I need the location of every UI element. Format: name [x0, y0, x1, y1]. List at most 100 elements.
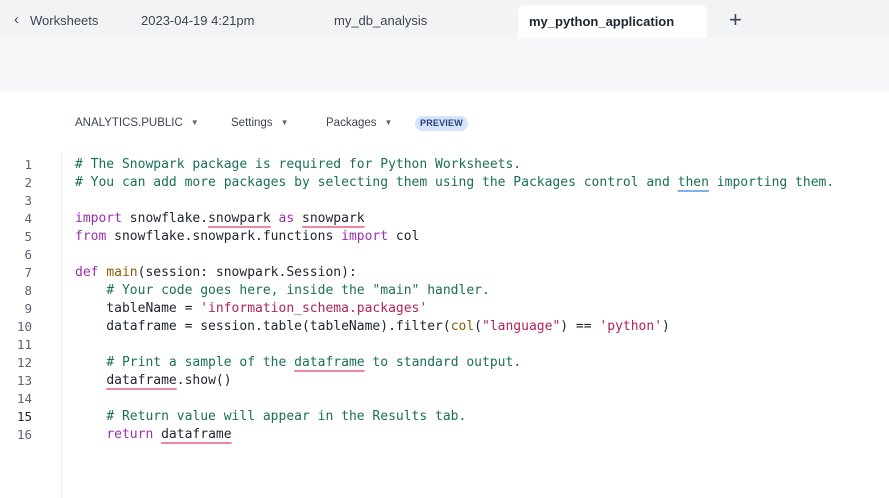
code-token: # Print a sample of the [106, 355, 295, 370]
code-token-squiggle: snowpark [208, 211, 271, 226]
code-line[interactable]: 12 # Print a sample of the dataframe to … [0, 354, 889, 372]
code-token: 'python' [599, 319, 663, 334]
code-token: import [341, 229, 389, 244]
settings-label: Settings [231, 117, 273, 129]
code-line[interactable]: 2 # You can add more packages by selectin… [0, 174, 889, 192]
code-token: main [106, 265, 138, 280]
code-text: # You can add more packages by selecting… [75, 174, 834, 192]
code-token: # You can add more packages by selecting… [75, 175, 678, 190]
code-token-squiggle: then [677, 175, 709, 190]
code-token: # Your code goes here, inside the "main"… [106, 283, 490, 298]
code-line[interactable]: 13 dataframe.show() [0, 372, 889, 390]
worksheets-label: Worksheets [30, 13, 99, 28]
code-line[interactable]: 15 # Return value will appear in the Res… [0, 408, 889, 426]
tab-my-python-application[interactable]: my_python_application [518, 5, 707, 38]
preview-badge: PREVIEW [415, 116, 468, 131]
code-token: from [75, 229, 107, 244]
line-number: 6 [24, 247, 32, 262]
code-text: tableName = 'information_schema.packages… [75, 300, 427, 318]
code-line[interactable]: 6 [0, 246, 889, 264]
code-text: # Your code goes here, inside the "main"… [75, 282, 490, 300]
code-token-squiggle: dataframe [294, 355, 365, 370]
code-token-squiggle: dataframe [106, 373, 177, 388]
code-line[interactable]: 1 # The Snowpark package is required for … [0, 156, 889, 174]
line-number: 10 [16, 319, 32, 334]
code-token: import [75, 211, 122, 226]
code-line[interactable]: 9 tableName = 'information_schema.packag… [0, 300, 889, 318]
code-token: # The Snowpark package is required for P… [75, 157, 522, 172]
line-number: 7 [24, 265, 32, 280]
code-text: # Print a sample of the dataframe to sta… [75, 354, 521, 372]
code-token: ) == [560, 319, 600, 334]
code-token: "language" [482, 319, 561, 334]
code-token: (session: snowpark.Session): [137, 265, 357, 280]
code-line[interactable]: 4 import snowflake.snowpark as snowpark [0, 210, 889, 228]
code-token: return [106, 427, 154, 442]
code-token: as [278, 211, 295, 226]
code-token: dataframe = session.table(tableName).fil… [75, 319, 451, 334]
code-line[interactable]: 16 return dataframe [0, 426, 889, 444]
caret-down-icon: ▼ [384, 118, 393, 127]
line-number: 11 [16, 337, 32, 352]
tab-worksheet-date[interactable]: 2023-04-19 4:21pm [141, 0, 254, 38]
line-number: 2 [24, 175, 32, 190]
packages-dropdown[interactable]: Packages ▼ [326, 114, 392, 132]
code-token: ( [474, 319, 482, 334]
line-number: 1 [24, 157, 32, 172]
code-line[interactable]: 14 [0, 390, 889, 408]
code-token: snowflake.snowpark.functions [106, 229, 342, 244]
code-line[interactable]: 7 def main(session: snowpark.Session): [0, 264, 889, 282]
code-token-squiggle: snowpark [302, 211, 365, 226]
code-line[interactable]: 8 # Your code goes here, inside the "mai… [0, 282, 889, 300]
tab-my-db-analysis[interactable]: my_db_analysis [334, 0, 427, 38]
code-token: # Return value will appear in the Result… [106, 409, 467, 424]
code-token: to standard output. [364, 355, 522, 370]
code-token: ) [662, 319, 670, 334]
code-token: col [388, 229, 420, 244]
code-line[interactable]: 11 [0, 336, 889, 354]
code-token: importing them. [708, 175, 835, 190]
back-to-worksheets-button[interactable]: ‹ Worksheets [14, 0, 98, 38]
line-number: 5 [24, 229, 32, 244]
tab-bar: ‹ Worksheets 2023-04-19 4:21pm my_db_anal… [0, 0, 889, 38]
caret-down-icon: ▼ [280, 118, 289, 127]
code-editor[interactable]: 1 # The Snowpark package is required for … [0, 156, 889, 444]
settings-dropdown[interactable]: Settings ▼ [231, 114, 288, 132]
line-number: 8 [24, 283, 32, 298]
code-line[interactable]: 3 [0, 192, 889, 210]
code-token-squiggle: dataframe [161, 427, 232, 442]
code-text: def main(session: snowpark.Session): [75, 264, 357, 282]
code-text: return dataframe [75, 426, 232, 444]
line-number: 4 [24, 211, 32, 226]
line-number: 13 [16, 373, 32, 388]
code-text: # Return value will appear in the Result… [75, 408, 466, 426]
packages-label: Packages [326, 117, 377, 129]
toolbar-area [0, 38, 889, 92]
caret-down-icon: ▼ [190, 118, 199, 127]
line-number: 3 [24, 193, 32, 208]
database-selector[interactable]: ANALYTICS.PUBLIC ▼ [75, 114, 199, 132]
database-label: ANALYTICS.PUBLIC [75, 117, 183, 129]
line-number: 16 [16, 427, 32, 442]
code-text: # The Snowpark package is required for P… [75, 156, 521, 174]
code-text: dataframe = session.table(tableName).fil… [75, 318, 670, 336]
code-token: col [450, 319, 475, 334]
code-line[interactable]: 10 dataframe = session.table(tableName).… [0, 318, 889, 336]
code-token: tableName = [75, 301, 201, 316]
code-token: def [75, 265, 99, 280]
code-token: 'information_schema.packages' [200, 301, 428, 316]
add-tab-button[interactable]: + [729, 0, 742, 38]
code-text: dataframe.show() [75, 372, 232, 390]
line-number: 15 [16, 409, 32, 424]
code-line[interactable]: 5 from snowflake.snowpark.functions impor… [0, 228, 889, 246]
code-text: from snowflake.snowpark.functions import… [75, 228, 419, 246]
code-token: .show() [176, 373, 232, 388]
